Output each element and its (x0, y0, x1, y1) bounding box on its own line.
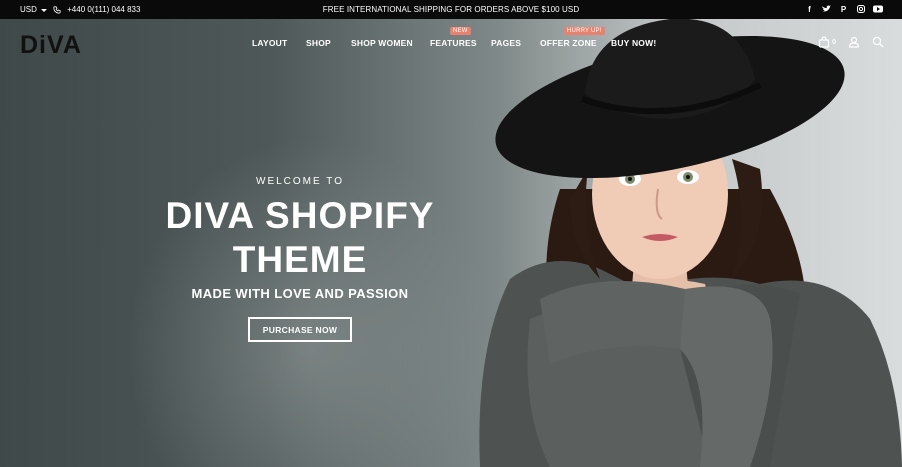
pinterest-icon[interactable]: P (839, 5, 848, 14)
facebook-icon[interactable]: f (805, 5, 814, 14)
youtube-icon[interactable] (873, 5, 883, 15)
currency-selector[interactable]: USD (20, 5, 48, 14)
nav-item-offer-zone[interactable]: HURRY UP! OFFER ZONE (540, 27, 605, 48)
shipping-announcement: FREE INTERNATIONAL SHIPPING FOR ORDERS A… (322, 5, 580, 14)
instagram-icon[interactable] (856, 4, 865, 15)
logo-text: DiVA (20, 31, 82, 59)
new-badge: NEW (450, 27, 471, 35)
cart-button[interactable]: 0 (818, 36, 836, 48)
search-icon[interactable] (872, 36, 884, 48)
bag-icon (818, 36, 830, 48)
hurry-up-badge: HURRY UP! (564, 27, 605, 35)
chevron-down-icon (41, 9, 48, 12)
hero-welcome-text: WELCOME TO (256, 176, 344, 187)
social-links: f P (805, 0, 883, 19)
phone-number: +440 0(111) 044 833 (67, 5, 141, 14)
purchase-now-button[interactable]: PURCHASE NOW (248, 317, 352, 342)
nav-item-shop[interactable]: SHOP (306, 38, 331, 48)
nav-item-features[interactable]: NEW FEATURES (430, 27, 477, 48)
nav-item-buy-now[interactable]: BUY NOW! (611, 38, 656, 48)
nav-item-layout[interactable]: LAYOUT (252, 38, 287, 48)
nav-item-features-label: FEATURES (430, 38, 477, 48)
hero-title-line-2: THEME (232, 239, 368, 280)
top-bar: USD +440 0(111) 044 833 FREE INTERNATION… (0, 0, 902, 19)
hero-subtitle: MADE WITH LOVE AND PASSION (191, 286, 409, 301)
site-logo[interactable]: DiVA (20, 31, 82, 60)
hero-title: DIVA SHOPIFY THEME (0, 194, 600, 282)
nav-item-shop-women[interactable]: SHOP WOMEN (351, 38, 413, 48)
phone-icon (53, 5, 61, 14)
nav-item-offer-zone-label: OFFER ZONE (540, 38, 597, 48)
nav-item-pages[interactable]: PAGES (491, 38, 521, 48)
header-actions: 0 (818, 36, 884, 48)
user-icon[interactable] (848, 36, 860, 48)
hero-title-line-1: DIVA SHOPIFY (165, 195, 435, 236)
currency-label: USD (20, 5, 37, 14)
twitter-icon[interactable] (822, 4, 831, 15)
cart-count: 0 (832, 38, 836, 46)
